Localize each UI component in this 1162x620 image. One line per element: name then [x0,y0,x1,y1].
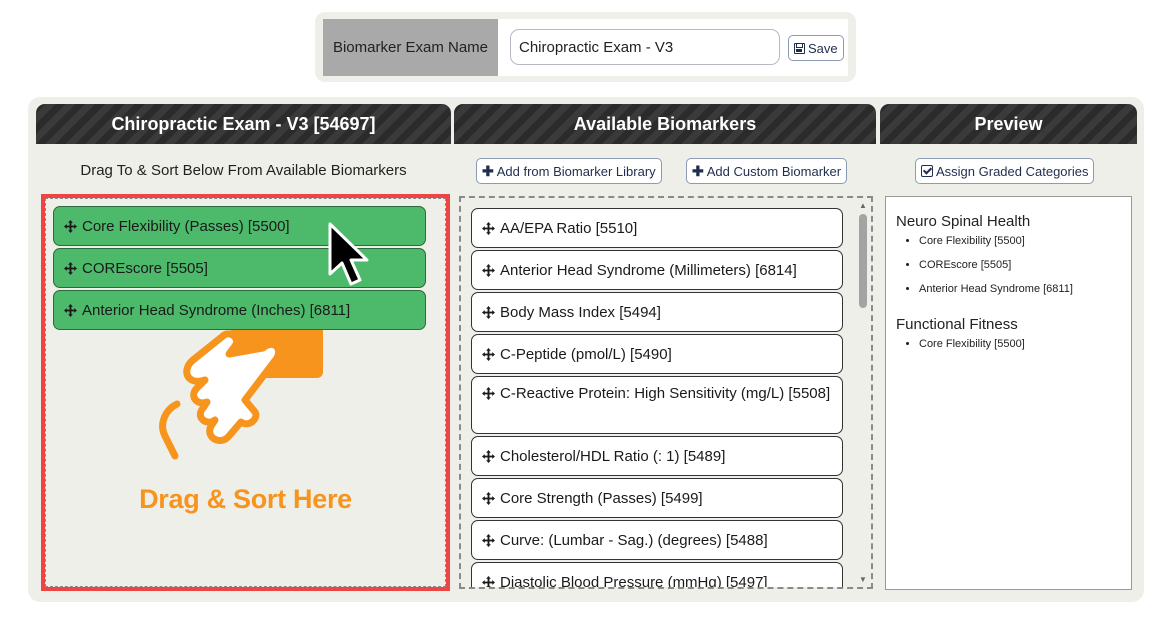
exam-column-subtitle: Drag To & Sort Below From Available Biom… [80,162,407,179]
available-biomarker-list: AA/EPA Ratio [5510] Anterior Head Syndro… [471,208,843,589]
exam-name-bar: Biomarker Exam Name Save [315,12,856,82]
floppy-disk-icon [794,42,805,54]
available-biomarker-label: C-Peptide (pmol/L) [5490] [500,345,672,363]
checkbox-icon [921,165,933,177]
scroll-down-arrow-icon[interactable]: ▼ [858,576,868,584]
plus-icon: ✚ [692,163,704,179]
exam-drop-zone[interactable]: Drag & Sort Here Core Flexibility (Passe… [41,194,450,591]
available-biomarker-label: C-Reactive Protein: High Sensitivity (mg… [500,385,831,402]
preview-biomarker-item: Core Flexibility [5500] [919,338,1025,362]
preview-biomarker-item: Core Flexibility [5500] [919,235,1073,259]
add-custom-biomarker-label: Add Custom Biomarker [706,163,842,179]
preview-box: Neuro Spinal Health Core Flexibility [55… [885,196,1132,590]
scroll-up-arrow-icon[interactable]: ▲ [858,202,868,210]
move-arrows-icon [482,347,495,361]
selected-biomarker-label: Anterior Head Syndrome (Inches) [6811] [82,301,351,319]
available-biomarker-item[interactable]: Diastolic Blood Pressure (mmHg) [5497] [471,562,843,589]
available-biomarker-label: Body Mass Index [5494] [500,303,661,321]
preview-category-title: Functional Fitness [896,316,1018,333]
available-biomarker-label: Core Strength (Passes) [5499] [500,489,703,507]
available-biomarker-label: Curve: (Lumbar - Sag.) (degrees) [5488] [500,531,768,549]
save-button-label: Save [808,40,838,56]
available-column-header: Available Biomarkers [454,104,876,144]
drop-zone-hint: Drag & Sort Here [139,484,352,514]
preview-biomarker-item: COREscore [5505] [919,259,1073,283]
preview-category: Neuro Spinal Health Core Flexibility [55… [896,213,1073,307]
plus-icon: ✚ [482,163,494,179]
selected-biomarker-label: COREscore [5505] [82,259,208,277]
move-arrows-icon [64,261,77,275]
preview-biomarker-item: Anterior Head Syndrome [6811] [919,283,1073,307]
available-biomarker-label: Diastolic Blood Pressure (mmHg) [5497] [500,573,768,589]
assign-graded-categories-button[interactable]: Assign Graded Categories [915,158,1095,184]
available-biomarker-label: Cholesterol/HDL Ratio (: 1) [5489] [500,447,726,465]
add-from-library-label: Add from Biomarker Library [496,163,656,179]
preview-category-list: Core Flexibility [5500] [896,338,1025,362]
move-arrows-icon [482,449,495,463]
preview-category-title: Neuro Spinal Health [896,213,1031,230]
available-biomarker-item[interactable]: C-Reactive Protein: High Sensitivity (mg… [471,376,843,434]
scrollbar-thumb[interactable] [859,214,867,308]
preview-column-header: Preview [880,104,1137,144]
selected-biomarker-label: Core Flexibility (Passes) [5500] [82,217,290,235]
builder-panel: Chiropractic Exam - V3 [54697] Available… [28,97,1144,602]
available-biomarker-item[interactable]: Core Strength (Passes) [5499] [471,478,843,518]
exam-name-input[interactable] [510,29,780,65]
selected-biomarker-item[interactable]: Anterior Head Syndrome (Inches) [6811] [53,290,426,330]
move-arrows-icon [482,387,495,400]
available-list-scrollbar[interactable]: ▲ ▼ [858,202,868,584]
mouse-pointer-icon [328,222,369,286]
available-biomarker-label: Anterior Head Syndrome (Millimeters) [68… [500,261,797,279]
add-from-library-button[interactable]: ✚ Add from Biomarker Library [476,158,662,184]
move-arrows-icon [64,219,77,233]
move-arrows-icon [482,575,495,587]
available-biomarker-item[interactable]: Anterior Head Syndrome (Millimeters) [68… [471,250,843,290]
available-biomarker-item[interactable]: Body Mass Index [5494] [471,292,843,332]
exam-name-label: Biomarker Exam Name [323,19,498,76]
move-arrows-icon [482,305,495,319]
available-biomarker-item[interactable]: Curve: (Lumbar - Sag.) (degrees) [5488] [471,520,843,560]
move-arrows-icon [482,263,495,277]
move-arrows-icon [64,303,77,317]
move-arrows-icon [482,221,495,235]
preview-category: Functional Fitness Core Flexibility [550… [896,316,1025,362]
move-arrows-icon [482,491,495,505]
exam-name-field-wrap: Save [498,19,848,76]
move-arrows-icon [482,533,495,547]
available-biomarker-label: AA/EPA Ratio [5510] [500,219,638,237]
available-biomarker-item[interactable]: AA/EPA Ratio [5510] [471,208,843,248]
available-biomarker-item[interactable]: Cholesterol/HDL Ratio (: 1) [5489] [471,436,843,476]
assign-graded-categories-label: Assign Graded Categories [936,163,1089,179]
save-button[interactable]: Save [788,35,844,61]
available-biomarker-item[interactable]: C-Peptide (pmol/L) [5490] [471,334,843,374]
exam-column-header: Chiropractic Exam - V3 [54697] [36,104,451,144]
available-biomarker-zone[interactable]: AA/EPA Ratio [5510] Anterior Head Syndro… [459,196,873,589]
preview-category-list: Core Flexibility [5500] COREscore [5505]… [896,235,1073,307]
add-custom-biomarker-button[interactable]: ✚ Add Custom Biomarker [686,158,848,184]
